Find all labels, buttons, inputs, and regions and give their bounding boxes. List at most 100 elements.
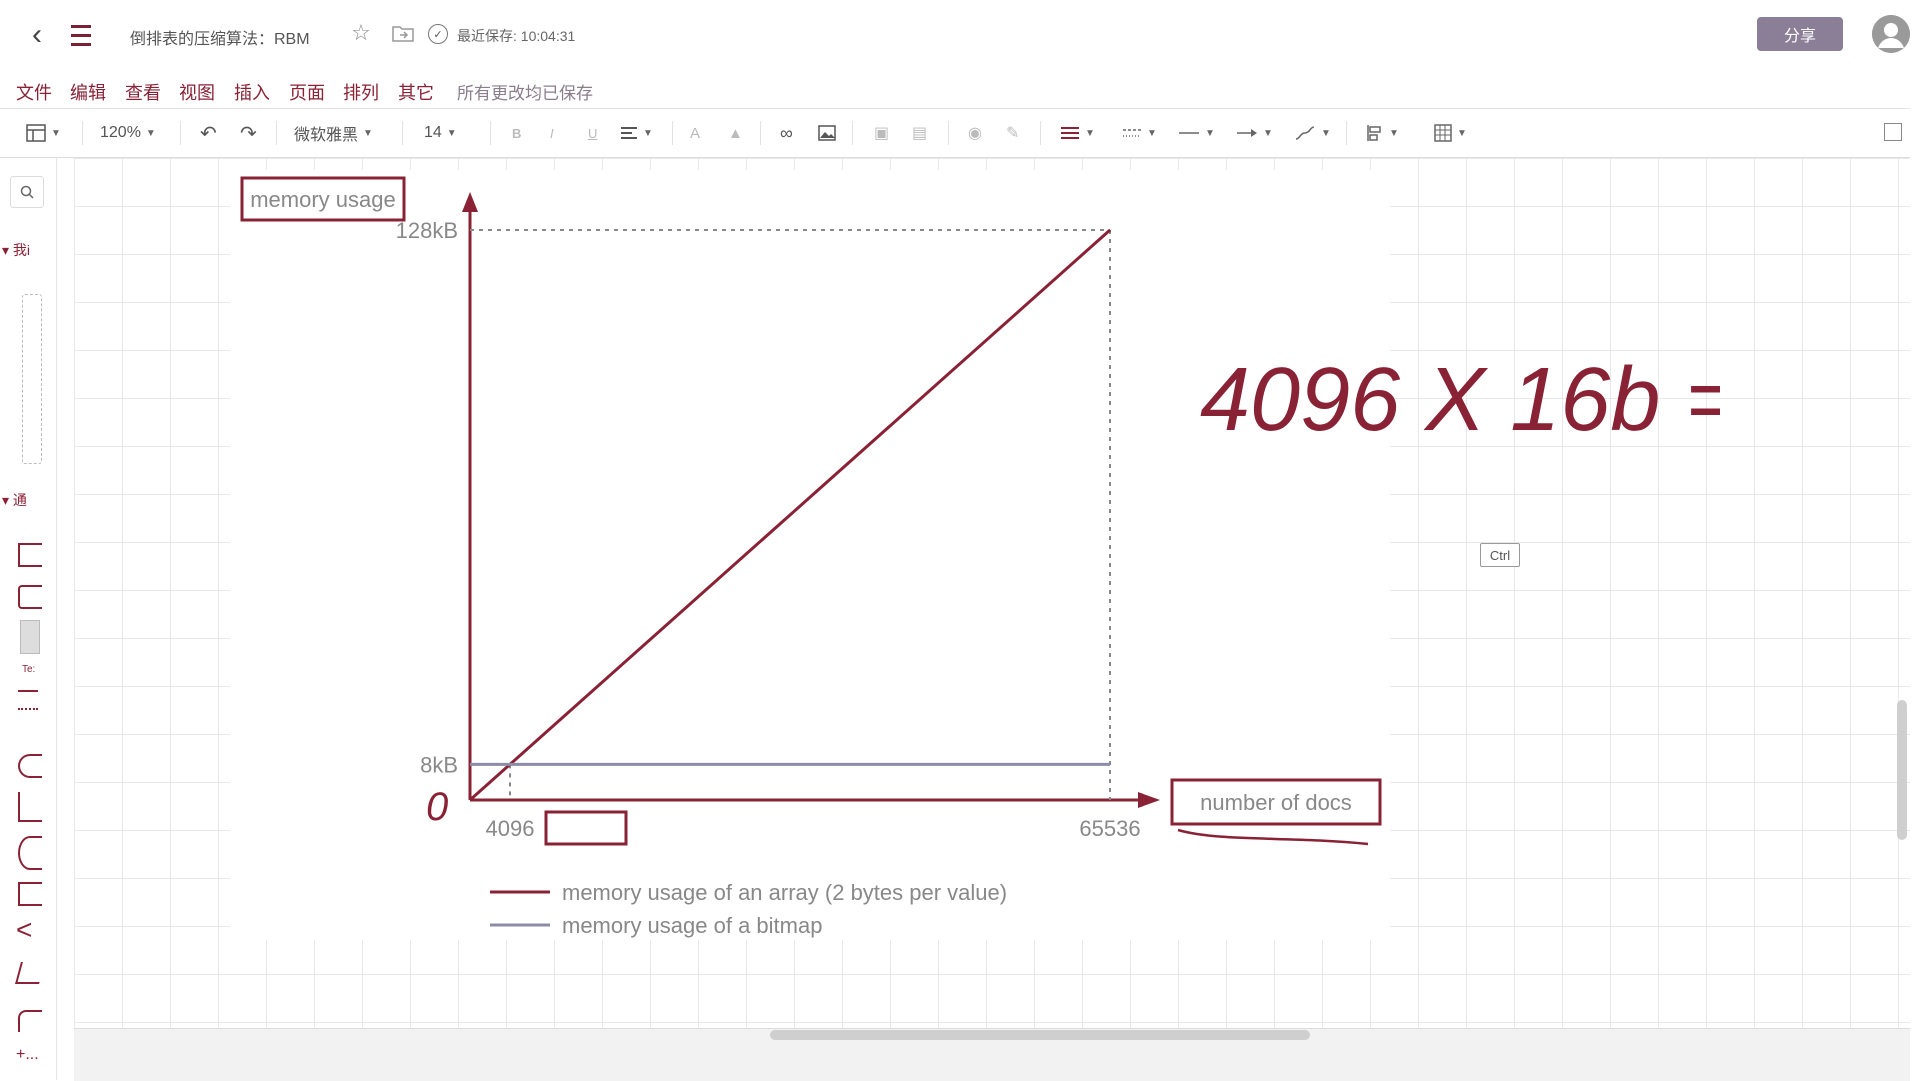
- text-highlight-icon[interactable]: ▲: [728, 119, 743, 147]
- y-tick-8kb: 8kB: [420, 752, 458, 777]
- rounded-rect-shape[interactable]: [18, 585, 42, 609]
- section-general[interactable]: ▾ 通: [2, 490, 27, 510]
- chevron-down-icon: ▼: [1263, 127, 1273, 139]
- font-family-select[interactable]: 微软雅黑 ▼: [294, 119, 373, 147]
- x-axis-label: number of docs: [1200, 790, 1352, 815]
- font-size-value: 14: [424, 124, 442, 141]
- square-shape[interactable]: [18, 792, 42, 822]
- chevron-down-icon: ▼: [51, 127, 61, 139]
- legend-bitmap-label: memory usage of a bitmap: [562, 913, 822, 938]
- menu-other[interactable]: 其它: [398, 79, 434, 105]
- menu-view[interactable]: 查看: [125, 79, 161, 105]
- chevron-down-icon: ▼: [1389, 127, 1399, 139]
- fill-color-icon[interactable]: ◉: [968, 119, 982, 147]
- font-family-value: 微软雅黑: [294, 127, 359, 144]
- menu-insert[interactable]: 插入: [234, 79, 270, 105]
- parallelogram-shape[interactable]: [15, 962, 45, 984]
- arrow-style-icon[interactable]: ▼: [1236, 119, 1273, 147]
- format-toolbar: ▼ 120% ▼ ↶ ↷ 微软雅黑 ▼ 14 ▼ B I U ▼ A ▲ ∞ ▣…: [0, 109, 1910, 158]
- link-icon[interactable]: ∞: [780, 119, 793, 147]
- shape-search-button[interactable]: [10, 176, 44, 208]
- autosave-status: 所有更改均已保存: [457, 84, 593, 103]
- right-panel-toggle-icon[interactable]: [1884, 123, 1902, 141]
- x-tick-4096: 4096: [486, 816, 535, 841]
- section-my-shapes[interactable]: ▾ 我i: [2, 240, 30, 260]
- chevron-down-icon: ▼: [1457, 127, 1467, 139]
- share-button[interactable]: 分享: [1757, 17, 1843, 51]
- legend-array-label: memory usage of an array (2 bytes per va…: [562, 880, 1007, 905]
- line-color-icon[interactable]: ✎: [1006, 119, 1019, 147]
- font-size-select[interactable]: 14 ▼: [424, 119, 457, 147]
- chevron-down-icon: ▼: [1085, 127, 1095, 139]
- italic-icon[interactable]: I: [550, 119, 554, 147]
- y-axis-arrow: [462, 192, 478, 212]
- line-dash-icon[interactable]: ▼: [1122, 119, 1157, 147]
- chevron-down-icon: ▼: [363, 127, 373, 139]
- ctrl-key-indicator: Ctrl: [1480, 543, 1520, 567]
- zoom-value: 120%: [100, 124, 141, 141]
- back-arrow-icon[interactable]: ‹: [22, 18, 52, 52]
- font-color-icon[interactable]: A: [690, 119, 700, 147]
- more-shapes-button[interactable]: +...: [16, 1046, 39, 1064]
- handwritten-note[interactable]: 4096 X 16b =: [1200, 330, 1738, 475]
- menu-arrange[interactable]: 排列: [343, 79, 379, 105]
- x-axis-arrow: [1138, 792, 1160, 808]
- handwritten-origin: 0: [426, 785, 448, 829]
- layout-panel-toggle[interactable]: ▼: [26, 119, 61, 147]
- move-folder-icon[interactable]: [390, 20, 416, 46]
- line-style-icon[interactable]: ▼: [1178, 119, 1215, 147]
- chevron-down-icon: ▼: [643, 127, 653, 139]
- save-status-text: 最近保存: 10:04:31: [457, 28, 576, 44]
- send-back-icon[interactable]: ▤: [912, 119, 927, 147]
- triangle-shape[interactable]: <: [16, 916, 32, 944]
- align-icon[interactable]: ▼: [620, 119, 653, 147]
- menu-edit[interactable]: 编辑: [70, 79, 106, 105]
- circle-shape[interactable]: [18, 836, 42, 870]
- my-shapes-dropzone[interactable]: [22, 294, 42, 464]
- image-placeholder-shape[interactable]: [20, 620, 40, 654]
- x-axis-label-underline: [1177, 828, 1369, 846]
- menu-page[interactable]: 页面: [289, 79, 325, 105]
- menu-viewport[interactable]: 视图: [179, 79, 215, 105]
- series-array-line: [469, 228, 1111, 802]
- chevron-down-icon: ▼: [145, 127, 156, 139]
- user-avatar[interactable]: [1872, 15, 1910, 53]
- shape-library-panel: ▾ 我i ▾ 通 Te: < +...: [0, 158, 57, 1080]
- chevron-down-icon: ▼: [1147, 127, 1157, 139]
- chart-svg: memory usage 128kB 8kB 4096 65536 number…: [240, 176, 1382, 938]
- top-bar: ‹ 倒排表的压缩算法：RBM ☆ ✓ 最近保存: 10:04:31 分享: [0, 0, 1920, 70]
- roaring-bitmap-memory-chart[interactable]: memory usage 128kB 8kB 4096 65536 number…: [230, 170, 1390, 940]
- ellipse-shape[interactable]: [18, 754, 42, 778]
- x-tick-65536: 65536: [1079, 816, 1140, 841]
- underline-icon[interactable]: U: [588, 119, 597, 147]
- horizontal-scrollbar[interactable]: [770, 1030, 1310, 1040]
- undo-icon[interactable]: ↶: [200, 119, 217, 147]
- y-axis-label: memory usage: [250, 187, 396, 212]
- chevron-down-icon: ▼: [1205, 127, 1215, 139]
- vertical-scrollbar[interactable]: [1897, 700, 1907, 840]
- menu-bar: 文件 编辑 查看 视图 插入 页面 排列 其它 所有更改均已保存: [0, 70, 1910, 109]
- x-tick-4096-box: [544, 810, 628, 846]
- chevron-down-icon: ▼: [1321, 127, 1331, 139]
- hamburger-menu-icon[interactable]: [66, 18, 96, 52]
- connector-style-icon[interactable]: ▼: [1294, 119, 1331, 147]
- menu-file[interactable]: 文件: [16, 79, 52, 105]
- bold-icon[interactable]: B: [512, 119, 521, 147]
- save-check-icon: ✓: [428, 24, 448, 44]
- table-icon[interactable]: ▼: [1434, 119, 1467, 147]
- document-title[interactable]: 倒排表的压缩算法：RBM: [130, 25, 310, 49]
- search-icon: [20, 185, 34, 199]
- curve-shape[interactable]: [18, 1010, 42, 1032]
- image-icon[interactable]: [818, 119, 836, 147]
- rectangle-shape[interactable]: [18, 543, 42, 567]
- redo-icon[interactable]: ↷: [240, 119, 257, 147]
- align-objects-icon[interactable]: ▼: [1366, 119, 1399, 147]
- text-shape[interactable]: Te:: [22, 664, 35, 675]
- zoom-select[interactable]: 120% ▼: [100, 119, 156, 147]
- y-tick-128kb: 128kB: [396, 218, 458, 243]
- star-icon[interactable]: ☆: [348, 20, 374, 46]
- process-shape[interactable]: [18, 882, 42, 906]
- heading-shape[interactable]: [18, 690, 38, 710]
- bring-front-icon[interactable]: ▣: [874, 119, 889, 147]
- line-weight-icon[interactable]: ▼: [1060, 119, 1095, 147]
